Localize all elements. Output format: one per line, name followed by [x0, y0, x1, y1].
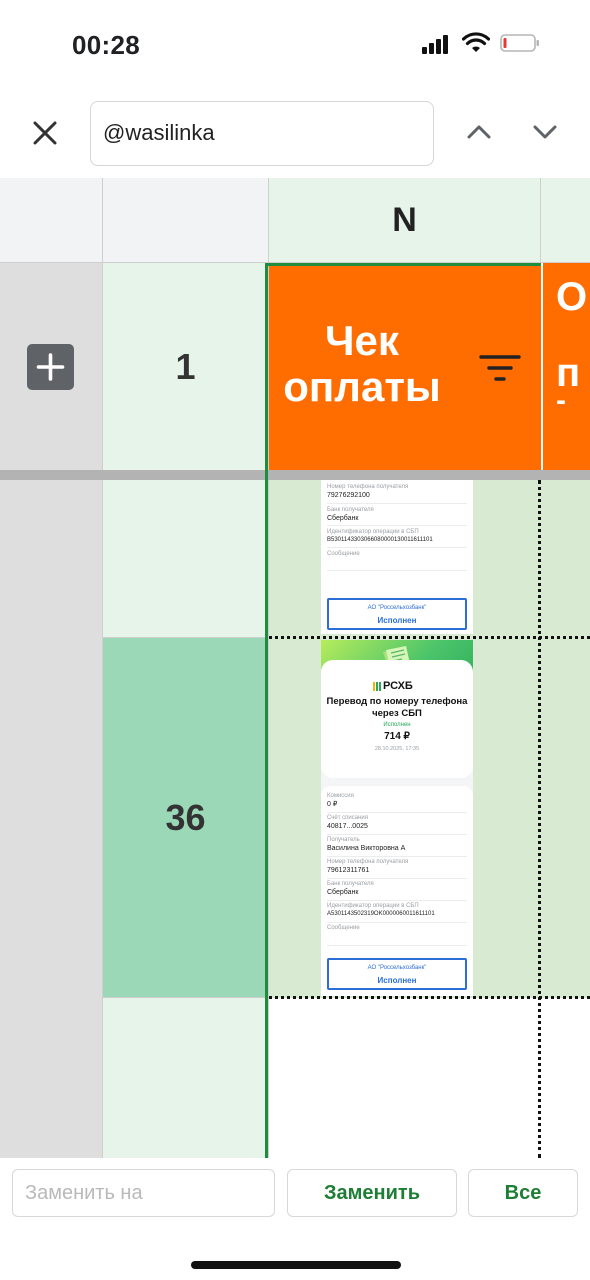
- selection-border-left: [265, 263, 268, 1158]
- spreadsheet-grid: N 1 Чек оплаты О п - Номер телефона полу…: [0, 178, 590, 1158]
- receipt-field-6: Сообщение: [327, 924, 467, 932]
- receipt-field-label: Получатель: [327, 837, 360, 843]
- receipt-opid-label: Идентификатор операции в СБП: [327, 529, 419, 535]
- receipt-field-value: A5301143502319OK0000060011611101: [327, 911, 435, 917]
- receipt-image-main[interactable]: РСХБ Перевод по номеру телефона через СБ…: [321, 640, 473, 996]
- status-bar: 00:28: [0, 0, 590, 88]
- search-input[interactable]: [103, 102, 423, 164]
- receipt-field-label: Сообщение: [327, 925, 360, 931]
- copy-border-right: [538, 480, 541, 1158]
- receipt-field-value: 0 ₽: [327, 801, 338, 808]
- wifi-icon: [462, 32, 490, 52]
- header-title-line2: оплаты: [283, 363, 441, 410]
- receipt-main-bank-box: АО "Россельхозбанк" Исполнен: [327, 958, 467, 990]
- close-icon[interactable]: [26, 114, 64, 152]
- cell-n37[interactable]: [269, 998, 590, 1158]
- column-header-prev[interactable]: [103, 178, 269, 263]
- receipt-amount: 714 ₽: [384, 731, 410, 742]
- receipt-field-value: Василина Викторовна А: [327, 845, 406, 852]
- cell-o35[interactable]: [541, 480, 590, 638]
- receipt-main-bank-box-status: Исполнен: [377, 976, 417, 985]
- receipt-title: Перевод по номеру телефона через СБП: [326, 696, 468, 719]
- header-next-line1: О: [556, 275, 588, 319]
- receipt-phone-value: 79276292100: [327, 492, 370, 499]
- chevron-up-icon[interactable]: [461, 114, 497, 150]
- selection-border-top: [265, 263, 541, 266]
- chevron-down-icon[interactable]: [527, 114, 563, 150]
- frozen-row-divider[interactable]: [0, 470, 590, 480]
- receipt-field-3: Номер телефона получателя 79612311761: [327, 858, 467, 875]
- receipt-field-4: Банк получателя Сбербанк: [327, 880, 467, 897]
- receipt-opid-value: B5301143303066080000130011611101: [327, 537, 433, 543]
- receipt-field-label: Банк получателя: [327, 881, 374, 887]
- receipt-status: Исполнен: [383, 722, 411, 728]
- replace-all-button[interactable]: Все: [468, 1169, 578, 1217]
- receipt-message-label: Сообщение: [327, 551, 360, 557]
- group-gutter: [0, 263, 103, 1158]
- row-header-37[interactable]: [103, 998, 269, 1158]
- receipt-field-value: Сбербанк: [327, 889, 359, 896]
- receipt-bank: Банк получателя Сбербанк: [327, 506, 467, 523]
- receipt-bank-box: АО "Россельхозбанк" Исполнен: [327, 598, 467, 630]
- copy-border-top: [269, 636, 590, 639]
- signal-icon: [422, 34, 454, 54]
- receipt-field-1: Счёт списания 40817...0025: [327, 814, 467, 831]
- receipt-field-5: Идентификатор операции в СБП A5301143502…: [327, 902, 467, 919]
- status-time: 00:28: [72, 30, 140, 60]
- expand-group-button[interactable]: [27, 344, 74, 390]
- row-header-36[interactable]: 36: [103, 638, 269, 998]
- receipt-field-label: Счёт списания: [327, 815, 368, 821]
- receipt-field-2: Получатель Василина Викторовна А: [327, 836, 467, 853]
- receipt-message: Сообщение: [327, 550, 467, 558]
- receipt-phone: Номер телефона получателя 79276292100: [327, 483, 467, 500]
- copy-border-bottom: [269, 996, 590, 999]
- receipt-field-label: Идентификатор операции в СБП: [327, 903, 419, 909]
- home-indicator[interactable]: [191, 1261, 401, 1269]
- header-cell-title: Чек оплаты: [282, 318, 442, 410]
- receipt-bank-value: Сбербанк: [327, 515, 359, 522]
- receipt-field-label: Номер телефона получателя: [327, 859, 409, 865]
- column-header-next[interactable]: [541, 178, 590, 263]
- corner-cell[interactable]: [0, 178, 103, 263]
- header-next-text: О п -: [556, 274, 587, 424]
- replace-button[interactable]: Заменить: [287, 1169, 457, 1217]
- replace-input[interactable]: [12, 1169, 275, 1217]
- plus-icon: [36, 353, 65, 381]
- row-header-35[interactable]: [103, 480, 269, 638]
- row-header-1[interactable]: 1: [103, 263, 269, 470]
- receipt-bank-box-name: АО "Россельхозбанк": [367, 605, 427, 611]
- cell-o36[interactable]: [541, 638, 590, 998]
- receipt-bank-box-status: Исполнен: [377, 616, 417, 625]
- receipt-datetime: 28.10.2025, 17:35: [374, 746, 420, 752]
- replace-bar: Заменить Все: [0, 1158, 590, 1280]
- battery-icon: [500, 34, 539, 52]
- column-header-n[interactable]: N: [269, 178, 541, 263]
- receipt-opid: Идентификатор операции в СБП B5301143303…: [327, 528, 467, 545]
- filter-icon[interactable]: [478, 354, 522, 384]
- receipt-field-value: 79612311761: [327, 867, 370, 874]
- rshb-logo-icon: РСХБ: [373, 680, 413, 692]
- search-box: [90, 101, 434, 166]
- rshb-logo-text: РСХБ: [383, 680, 413, 692]
- receipt-image-top[interactable]: Номер телефона получателя 79276292100 Ба…: [321, 480, 473, 634]
- header-title-line1: Чек: [325, 317, 399, 364]
- receipt-bank-label: Банк получателя: [327, 507, 374, 513]
- receipt-field-value: 40817...0025: [327, 823, 368, 830]
- receipt-field-label: Комиссия: [327, 793, 354, 799]
- find-bar: [0, 88, 590, 178]
- receipt-field-0: Комиссия 0 ₽: [327, 792, 467, 809]
- receipt-main-bank-box-name: АО "Россельхозбанк": [367, 965, 427, 971]
- receipt-phone-label: Номер телефона получателя: [327, 484, 409, 490]
